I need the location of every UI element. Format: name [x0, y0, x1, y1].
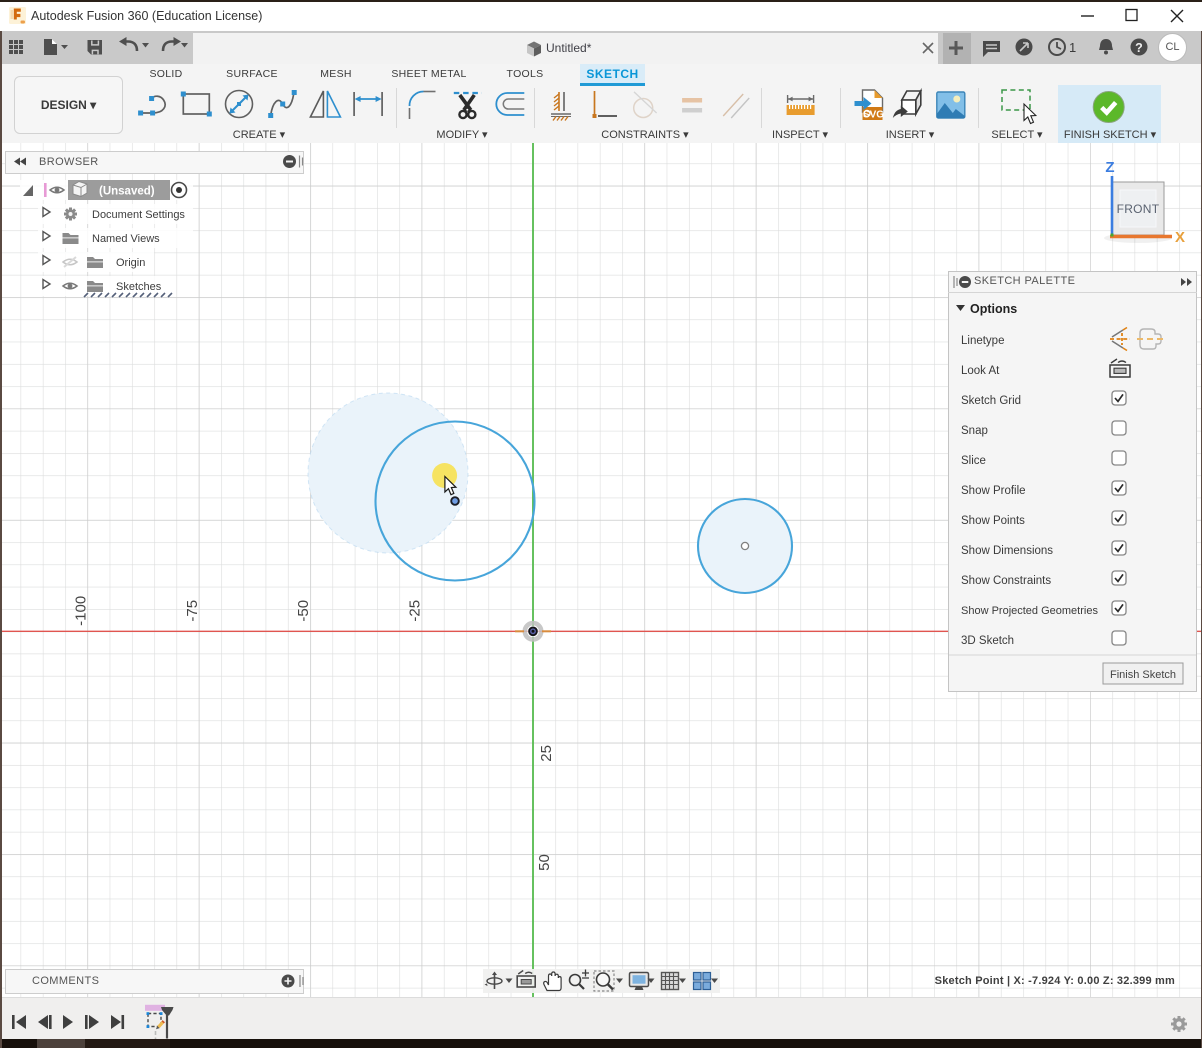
svg-text:Options: Options — [970, 302, 1017, 316]
svg-text:-100: -100 — [72, 596, 89, 626]
svg-text:Named Views: Named Views — [92, 233, 160, 245]
svg-text:25: 25 — [538, 745, 555, 762]
svg-text:Slice: Slice — [961, 455, 986, 467]
svg-text:X: X — [1175, 229, 1185, 246]
svg-text:-25: -25 — [407, 600, 424, 622]
svg-text:-75: -75 — [184, 600, 201, 622]
svg-text:Finish Sketch: Finish Sketch — [1110, 669, 1176, 681]
svg-text:Document Settings: Document Settings — [92, 209, 185, 221]
svg-text:Origin: Origin — [116, 257, 145, 269]
svg-text:FRONT: FRONT — [1117, 202, 1160, 216]
svg-text:(Unsaved): (Unsaved) — [99, 186, 155, 198]
svg-text:Show Constraints: Show Constraints — [961, 575, 1051, 587]
svg-text:Sketch Grid: Sketch Grid — [961, 395, 1021, 407]
svg-text:1: 1 — [1069, 40, 1076, 55]
svg-text:Z: Z — [1105, 159, 1114, 176]
svg-text:Show Points: Show Points — [961, 515, 1025, 527]
svg-text:Show Dimensions: Show Dimensions — [961, 545, 1053, 557]
svg-text:50: 50 — [536, 854, 553, 871]
svg-text:Show Projected Geometries: Show Projected Geometries — [961, 605, 1098, 617]
svg-text:-50: -50 — [295, 600, 312, 622]
svg-text:Snap: Snap — [961, 425, 988, 437]
svg-text:Sketches: Sketches — [116, 281, 162, 293]
svg-text:?: ? — [1135, 41, 1143, 55]
svg-text:Linetype: Linetype — [961, 335, 1004, 347]
svg-text:Look At: Look At — [961, 365, 1000, 377]
svg-text:3D Sketch: 3D Sketch — [961, 635, 1014, 647]
svg-text:Show Profile: Show Profile — [961, 485, 1026, 497]
